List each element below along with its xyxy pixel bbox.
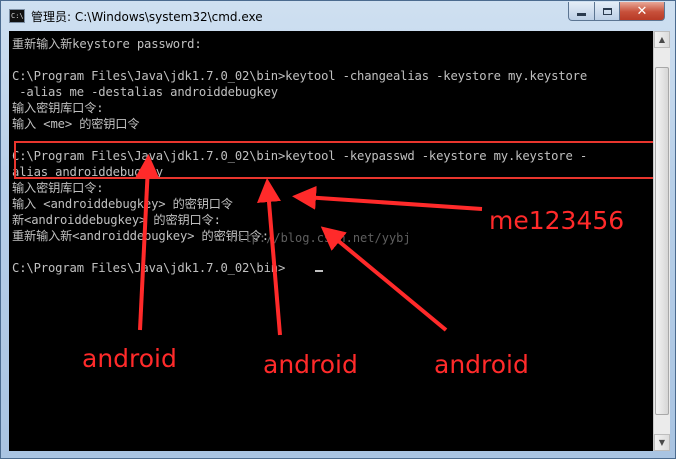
console-line: 新<androiddebugkey> 的密钥口令: <box>12 213 221 227</box>
cmd-app-icon[interactable]: C:\ <box>9 9 25 23</box>
console-line: 输入密钥库口令: <box>12 101 104 115</box>
minimize-icon <box>577 12 586 16</box>
console-line: C:\Program Files\Java\jdk1.7.0_02\bin>ke… <box>12 69 587 83</box>
scroll-down-button[interactable]: ▼ <box>654 434 670 451</box>
annotation-android-2: android <box>263 350 358 379</box>
vertical-scrollbar[interactable]: ▲ ▼ <box>653 31 670 451</box>
scroll-down-icon: ▼ <box>658 438 666 447</box>
annotation-android-3: android <box>434 350 529 379</box>
title-bar[interactable]: C:\ 管理员: C:\Windows\system32\cmd.exe ✕ <box>1 1 676 31</box>
annotation-me123456: me123456 <box>489 206 625 235</box>
maximize-button[interactable] <box>594 2 620 21</box>
watermark: http://blog.csdn.net/yybj <box>230 231 411 245</box>
close-button[interactable]: ✕ <box>619 2 665 21</box>
console-line: 输入 <androiddebugkey> 的密钥口令 <box>12 197 233 211</box>
console-line: 重新输入新keystore password: <box>12 37 202 51</box>
scroll-up-button[interactable]: ▲ <box>654 31 670 48</box>
console-output[interactable]: 重新输入新keystore password: C:\Program Files… <box>9 31 653 451</box>
minimize-button[interactable] <box>568 2 595 21</box>
window-title: 管理员: C:\Windows\system32\cmd.exe <box>31 10 263 24</box>
console-prompt: C:\Program Files\Java\jdk1.7.0_02\bin> <box>12 261 286 275</box>
scrollbar-thumb[interactable] <box>655 67 669 415</box>
close-icon: ✕ <box>636 3 648 19</box>
console-line: 输入密钥库口令: <box>12 181 104 195</box>
console-line: -alias me -destalias androiddebugkey <box>12 85 278 99</box>
text-cursor <box>315 270 323 272</box>
highlight-box <box>14 141 653 179</box>
annotation-android-1: android <box>82 344 177 373</box>
scroll-up-icon: ▲ <box>658 35 666 44</box>
maximize-icon <box>602 7 612 15</box>
console-line: 输入 <me> 的密钥口令 <box>12 117 140 131</box>
